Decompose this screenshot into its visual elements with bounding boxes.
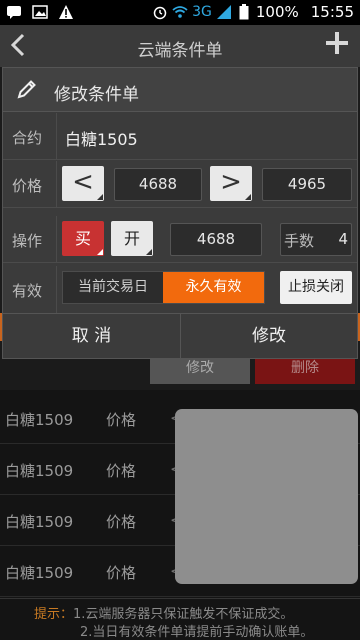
operation-label: 操作 bbox=[12, 232, 43, 250]
modify-order-dialog: 修改条件单 合约 白糖1505 价格 < 4688 > 4965 操作 买 开 … bbox=[2, 67, 358, 359]
lots-field[interactable]: 手数 4 bbox=[280, 223, 352, 256]
divider bbox=[56, 216, 57, 263]
validity-label: 有效 bbox=[12, 282, 43, 300]
sms-icon bbox=[7, 6, 21, 19]
tips-header: 提示： bbox=[34, 607, 74, 622]
item-field: 价格 bbox=[106, 462, 137, 480]
order-price-input[interactable]: 4688 bbox=[170, 223, 262, 256]
signal-icon bbox=[216, 5, 231, 19]
item-name: 白糖1509 bbox=[5, 564, 74, 582]
pencil-icon bbox=[17, 80, 36, 99]
contract-value[interactable]: 白糖1505 bbox=[65, 126, 138, 150]
screen: 3G 100% 15:55 云端条件单 修改 删除 白糖1509 价格 < 白糖… bbox=[0, 0, 360, 640]
confirm-modify-button[interactable]: 修改 bbox=[181, 314, 357, 359]
price-input[interactable]: 4688 bbox=[114, 168, 202, 201]
dialog-header: 修改条件单 bbox=[3, 68, 357, 112]
price-increase-button[interactable]: > bbox=[210, 166, 252, 201]
validity-forever-option[interactable]: 永久有效 bbox=[163, 272, 264, 303]
price-decrease-button[interactable]: < bbox=[62, 166, 104, 201]
item-name: 白糖1509 bbox=[5, 462, 74, 480]
price-row: 价格 < 4688 > 4965 bbox=[3, 161, 357, 208]
direction-buy-button[interactable]: 买 bbox=[62, 221, 104, 256]
battery-icon bbox=[239, 4, 249, 20]
item-name: 白糖1509 bbox=[5, 411, 74, 429]
divider bbox=[56, 266, 57, 313]
loading-overlay bbox=[175, 409, 358, 584]
lots-value: 4 bbox=[338, 230, 348, 248]
item-field: 价格 bbox=[106, 564, 137, 582]
reference-price-field[interactable]: 4965 bbox=[262, 168, 352, 201]
validity-today-option[interactable]: 当前交易日 bbox=[63, 272, 163, 303]
app-bar: 云端条件单 bbox=[0, 25, 360, 67]
contract-row: 合约 白糖1505 bbox=[3, 113, 357, 160]
dialog-footer: 取 消 修改 bbox=[3, 313, 357, 359]
image-icon bbox=[32, 5, 48, 19]
tip-line-1: 1.云端服务器只保证触发不保证成交。 bbox=[73, 607, 294, 622]
lots-label: 手数 bbox=[284, 232, 315, 250]
offset-open-button[interactable]: 开 bbox=[111, 221, 153, 256]
network-type: 3G bbox=[192, 4, 212, 20]
status-bar: 3G 100% 15:55 bbox=[0, 0, 360, 25]
validity-toggle: 当前交易日 永久有效 bbox=[62, 271, 265, 304]
battery-level: 100% bbox=[255, 3, 299, 21]
clock: 15:55 bbox=[310, 3, 354, 21]
warning-icon bbox=[59, 5, 73, 19]
stoploss-toggle-button[interactable]: 止损关闭 bbox=[280, 271, 352, 304]
item-name: 白糖1509 bbox=[5, 513, 74, 531]
divider bbox=[56, 113, 57, 160]
wifi-icon bbox=[172, 6, 188, 18]
page-title: 云端条件单 bbox=[137, 41, 223, 61]
contract-label: 合约 bbox=[12, 129, 43, 147]
price-label: 价格 bbox=[12, 177, 43, 195]
tip-line-2: 2.当日有效条件单请提前手动确认账单。 bbox=[80, 625, 314, 640]
plus-icon bbox=[326, 32, 348, 54]
alarm-icon bbox=[153, 6, 167, 20]
validity-row: 有效 当前交易日 永久有效 止损关闭 bbox=[3, 266, 357, 313]
operation-row: 操作 买 开 4688 手数 4 bbox=[3, 216, 357, 263]
dialog-title: 修改条件单 bbox=[54, 85, 139, 105]
item-field: 价格 bbox=[106, 513, 137, 531]
cancel-button[interactable]: 取 消 bbox=[3, 314, 180, 359]
item-field: 价格 bbox=[106, 411, 137, 429]
divider bbox=[56, 161, 57, 208]
add-button[interactable] bbox=[324, 29, 352, 61]
tips-footer: 提示：1.云端服务器只保证触发不保证成交。 2.当日有效条件单请提前手动确认账单… bbox=[0, 598, 360, 640]
